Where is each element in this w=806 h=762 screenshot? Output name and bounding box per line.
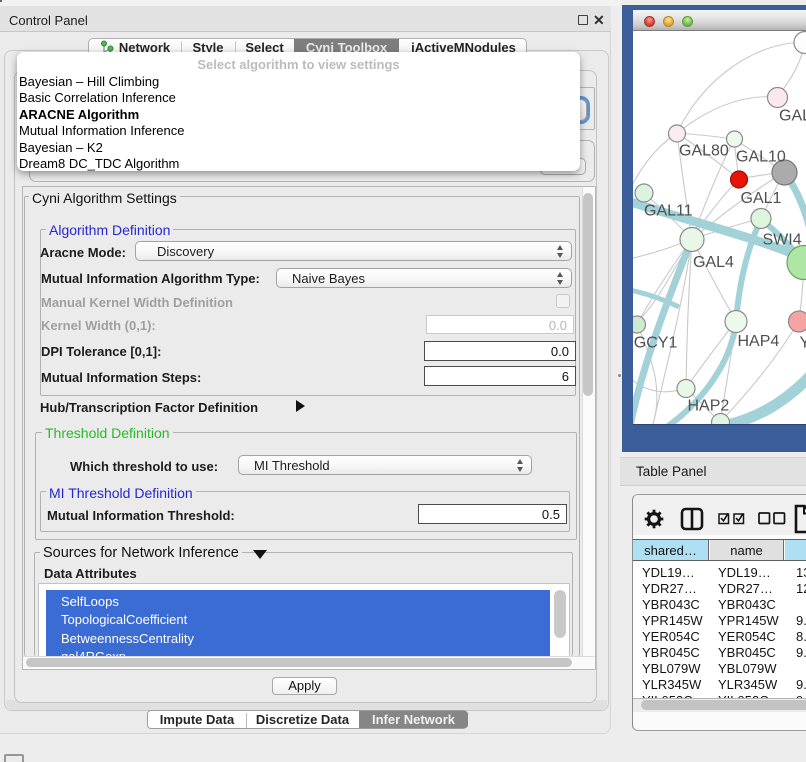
svg-text:GAL80: GAL80	[679, 143, 729, 160]
svg-text:GAL10: GAL10	[736, 149, 786, 166]
svg-text:HAP4: HAP4	[738, 333, 780, 350]
svg-text:GAL1: GAL1	[741, 190, 782, 207]
svg-text:GCY1: GCY1	[634, 335, 678, 352]
svg-text:Y: Y	[800, 335, 806, 352]
svg-text:GAL11: GAL11	[644, 203, 693, 220]
svg-text:GAL4: GAL4	[693, 254, 734, 271]
svg-text:HAP2: HAP2	[688, 398, 730, 415]
svg-text:GAL: GAL	[779, 108, 806, 125]
svg-text:SWI4: SWI4	[763, 232, 802, 249]
